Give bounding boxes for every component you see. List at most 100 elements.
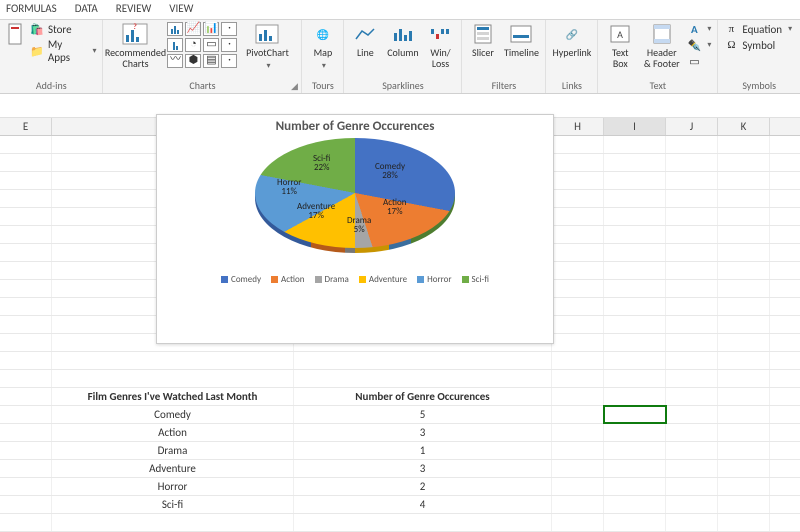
cell[interactable] (552, 478, 604, 495)
cell[interactable] (604, 280, 666, 297)
cell[interactable] (604, 172, 666, 189)
cell[interactable] (0, 442, 52, 459)
col-header-I[interactable]: I (604, 118, 666, 135)
cell[interactable]: Sci-fi (52, 496, 294, 513)
cell[interactable] (0, 226, 52, 243)
cell[interactable] (552, 442, 604, 459)
cell[interactable] (52, 352, 294, 369)
cell[interactable] (718, 424, 770, 441)
wordart-button[interactable]: A▾ (687, 22, 711, 36)
cell[interactable] (0, 316, 52, 333)
cell[interactable] (604, 316, 666, 333)
cell[interactable] (666, 154, 718, 171)
cell[interactable] (604, 208, 666, 225)
cell[interactable] (666, 244, 718, 261)
cell[interactable] (718, 442, 770, 459)
cell[interactable] (718, 262, 770, 279)
cell[interactable] (0, 262, 52, 279)
cell[interactable] (718, 280, 770, 297)
tab-data[interactable]: DATA (75, 2, 98, 15)
cell[interactable] (604, 424, 666, 441)
cell[interactable] (718, 190, 770, 207)
sparkline-line-button[interactable]: Line (350, 22, 380, 59)
cell[interactable] (552, 262, 604, 279)
myapps-button[interactable]: 📁My Apps▾ (30, 38, 96, 64)
cell[interactable] (552, 496, 604, 513)
grid-row[interactable]: Adventure3 (0, 460, 800, 478)
cell[interactable] (552, 316, 604, 333)
cell[interactable]: 3 (294, 424, 552, 441)
cell[interactable] (666, 136, 718, 153)
cell[interactable] (552, 154, 604, 171)
cell[interactable]: Number of Genre Occurences (294, 388, 552, 405)
col-header-K[interactable]: K (718, 118, 770, 135)
sparkline-winloss-button[interactable]: Win/ Loss (426, 22, 456, 69)
cell[interactable] (0, 334, 52, 351)
cell[interactable] (552, 424, 604, 441)
cell[interactable] (0, 208, 52, 225)
cell[interactable] (52, 514, 294, 531)
cell[interactable] (604, 496, 666, 513)
grid-row[interactable]: Drama1 (0, 442, 800, 460)
cell[interactable] (604, 190, 666, 207)
cell[interactable] (604, 262, 666, 279)
map-button[interactable]: 🌐 Map▾ (308, 22, 337, 71)
cell[interactable] (552, 280, 604, 297)
cell[interactable] (604, 388, 666, 405)
cell[interactable] (666, 460, 718, 477)
cell[interactable] (604, 406, 666, 423)
grid-row[interactable]: Action3 (0, 424, 800, 442)
cell[interactable] (294, 352, 552, 369)
cell[interactable] (552, 460, 604, 477)
addins-icon[interactable] (6, 22, 24, 46)
cell[interactable] (666, 298, 718, 315)
cell[interactable]: Drama (52, 442, 294, 459)
cell[interactable] (666, 406, 718, 423)
cell[interactable] (604, 154, 666, 171)
cell[interactable] (666, 388, 718, 405)
cell[interactable] (0, 352, 52, 369)
cell[interactable] (552, 208, 604, 225)
slicer-button[interactable]: Slicer (468, 22, 497, 59)
cell[interactable] (552, 388, 604, 405)
cell[interactable] (718, 316, 770, 333)
cell[interactable]: 4 (294, 496, 552, 513)
cell[interactable] (718, 514, 770, 531)
equation-button[interactable]: πEquation▾ (724, 22, 792, 36)
cell[interactable] (718, 478, 770, 495)
cell[interactable] (552, 226, 604, 243)
charts-dialog-launcher[interactable]: ◢ (289, 81, 299, 91)
cell[interactable] (718, 172, 770, 189)
grid-row[interactable]: Sci-fi4 (0, 496, 800, 514)
cell[interactable] (718, 370, 770, 387)
headerfooter-button[interactable]: Header & Footer (642, 22, 681, 69)
cell[interactable] (0, 478, 52, 495)
recommended-charts-button[interactable]: ? Recommended Charts (109, 22, 161, 69)
grid-row[interactable] (0, 370, 800, 388)
cell[interactable] (552, 172, 604, 189)
tab-review[interactable]: REVIEW (116, 2, 152, 15)
cell[interactable] (666, 514, 718, 531)
tab-formulas[interactable]: FORMULAS (6, 2, 57, 15)
cell[interactable] (0, 388, 52, 405)
embedded-pie-chart[interactable]: Number of Genre Occurences Comedy 28% Ac… (156, 114, 554, 344)
cell[interactable] (604, 334, 666, 351)
cell[interactable] (718, 226, 770, 243)
worksheet-grid[interactable]: E F G H I J K Film Genres I've Watched L… (0, 94, 800, 532)
cell[interactable] (718, 406, 770, 423)
cell[interactable] (604, 352, 666, 369)
cell[interactable] (604, 442, 666, 459)
cell[interactable] (604, 298, 666, 315)
cell[interactable] (604, 460, 666, 477)
chart-type-gallery[interactable]: 📈 📊 · ◔ ▭ · 〰 ⬢ ▤ · (167, 22, 237, 68)
cell[interactable] (604, 226, 666, 243)
cell[interactable] (666, 352, 718, 369)
cell[interactable] (294, 514, 552, 531)
cell[interactable]: Comedy (52, 406, 294, 423)
cell[interactable] (666, 424, 718, 441)
cell[interactable] (0, 154, 52, 171)
cell[interactable] (718, 496, 770, 513)
cell[interactable]: Film Genres I've Watched Last Month (52, 388, 294, 405)
cell[interactable]: 1 (294, 442, 552, 459)
cell[interactable] (718, 352, 770, 369)
